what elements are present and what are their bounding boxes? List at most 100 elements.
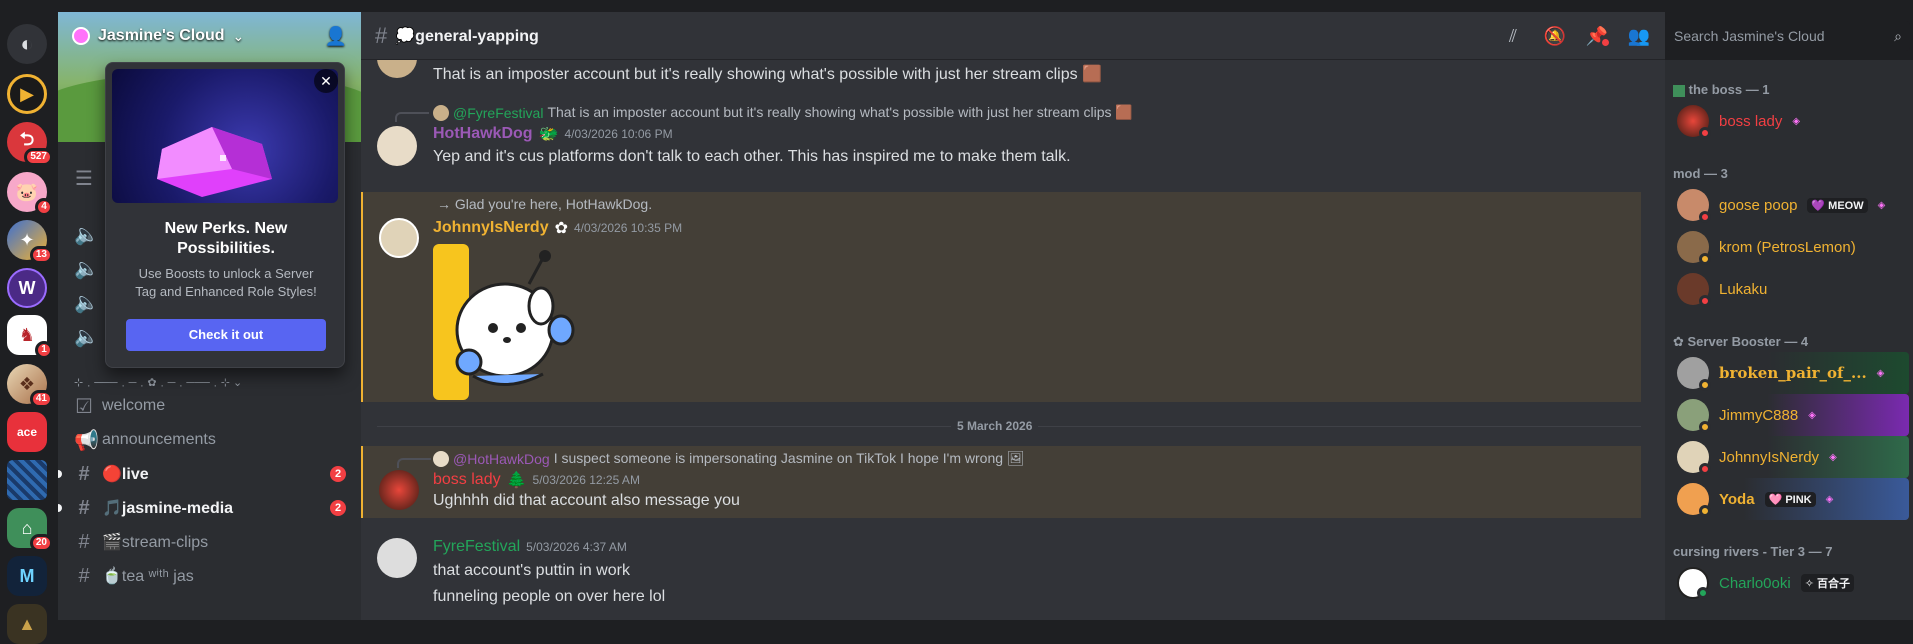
pinned-messages-icon[interactable]: 📌: [1585, 24, 1609, 48]
username[interactable]: FyreFestival: [433, 538, 520, 556]
message[interactable]: That is an imposter account but it's rea…: [361, 60, 1641, 92]
add-user-icon[interactable]: 👤: [325, 26, 347, 47]
idle-status-icon: [1699, 421, 1711, 433]
unread-indicator: [58, 470, 62, 478]
unread-dot: [1602, 38, 1609, 46]
boost-icon: ◈: [1825, 493, 1834, 505]
username[interactable]: JohnnyIsNerdy: [433, 219, 549, 237]
server-icon-2[interactable]: ⮌ 527: [7, 122, 53, 166]
member-krom[interactable]: krom (PetrosLemon): [1673, 226, 1909, 268]
member-name: JimmyC888: [1719, 406, 1799, 424]
member-jimmyc888[interactable]: JimmyC888 ◈: [1673, 394, 1909, 436]
server-icon-12[interactable]: ▲: [7, 604, 47, 644]
username[interactable]: HotHawkDog: [433, 125, 533, 143]
user-avatar[interactable]: [379, 470, 419, 510]
header-toolbar: ⫽ 🔕 📌 👥: [1501, 24, 1651, 48]
mention-badge: 4: [35, 198, 53, 216]
server-icon-7[interactable]: ❖ 41: [7, 364, 53, 408]
mention-badge: 1: [35, 341, 53, 359]
server-icon-5[interactable]: W: [7, 268, 47, 308]
message-body-continued: funneling people on over here lol: [433, 588, 666, 605]
server-icon-10[interactable]: ⌂ 20: [7, 508, 53, 552]
username[interactable]: boss lady: [433, 471, 501, 489]
role-label: the boss — 1: [1688, 82, 1770, 97]
member-name: boss lady: [1719, 112, 1783, 130]
channel-live[interactable]: # 🔴live 2: [58, 458, 354, 490]
pixel-grid-icon: [7, 460, 47, 500]
window-titlebar: [0, 0, 1913, 12]
role-header-cursing-rivers: cursing rivers - Tier 3 — 7: [1673, 544, 1833, 559]
unread-indicator: [58, 504, 62, 512]
reply-username: @HotHawkDog: [453, 450, 550, 467]
reply-preview[interactable]: @FyreFestival That is an imposter accoun…: [395, 104, 1133, 122]
user-avatar[interactable]: [379, 218, 419, 258]
system-reply: → Glad you're here, HotHawkDog.: [433, 196, 652, 212]
search-input[interactable]: Search Jasmine's Cloud ⌕: [1666, 21, 1910, 51]
member-broken-pair[interactable]: broken_pair_of_... ◈: [1673, 352, 1909, 394]
member-name: broken_pair_of_...: [1719, 364, 1867, 382]
check-it-out-button[interactable]: Check it out: [126, 319, 326, 351]
member-name: Yoda: [1719, 490, 1755, 508]
hash-icon: #: [78, 564, 90, 587]
dnd-status-icon: [1699, 463, 1711, 475]
member-boss-lady[interactable]: boss lady ◈: [1673, 100, 1909, 142]
mention-badge: 13: [29, 246, 53, 264]
boost-icon: ◈: [1808, 409, 1816, 421]
user-avatar[interactable]: [377, 126, 417, 166]
member-name: Lukaku: [1719, 280, 1768, 298]
message-highlighted[interactable]: @HotHawkDog I suspect someone is imperso…: [361, 446, 1641, 518]
list-icon: ☰: [75, 167, 93, 190]
member-list-icon[interactable]: 👥: [1627, 24, 1651, 48]
server-name: Jasmine's Cloud: [98, 27, 225, 44]
gem-icon: [157, 127, 272, 197]
server-icon-4[interactable]: ✦ 13: [7, 220, 53, 264]
server-icon-discord-home[interactable]: ◐: [7, 24, 47, 64]
user-avatar[interactable]: [377, 60, 417, 78]
member-lukaku[interactable]: Lukaku: [1673, 268, 1909, 310]
discord-icon: ◐: [7, 24, 47, 64]
channel-announcements[interactable]: 📢 announcements: [66, 424, 354, 456]
server-header[interactable]: Jasmine's Cloud ⌄ 👤: [58, 12, 361, 60]
server-icon-3[interactable]: 🐷 4: [7, 172, 53, 216]
mute-notifications-icon[interactable]: 🔕: [1543, 24, 1567, 48]
member-name: goose poop: [1719, 196, 1798, 214]
message-list: That is an imposter account but it's rea…: [361, 60, 1665, 620]
server-tag: ✧ 百合子: [1800, 574, 1854, 592]
online-status-icon: [1697, 587, 1709, 599]
channel-name: 💭general-yapping: [395, 27, 539, 45]
server-icon-8[interactable]: ace: [7, 412, 47, 452]
boost-gem-illustration: [112, 69, 338, 203]
message-highlighted[interactable]: → Glad you're here, HotHawkDog. JohnnyIs…: [361, 192, 1641, 402]
reply-preview[interactable]: @HotHawkDog I suspect someone is imperso…: [397, 450, 1025, 468]
hash-icon: #: [375, 22, 388, 48]
message-header: FyreFestival 5/03/2026 4:37 AM: [433, 538, 627, 556]
member-johnnyisnerdy[interactable]: JohnnyIsNerdy ◈: [1673, 436, 1909, 478]
mention-badge: 41: [29, 390, 53, 408]
server-icon-9[interactable]: [7, 460, 47, 500]
reply-text: That is an imposter account but it's rea…: [547, 104, 1133, 120]
flower-badge-icon: ✿: [554, 220, 568, 237]
message-body: Yep and it's cus platforms don't talk to…: [433, 148, 1071, 165]
member-goose-poop[interactable]: goose poop 💜 MEOW ◈: [1673, 184, 1909, 226]
message-body: that account's puttin in work: [433, 562, 630, 579]
boost-icon: ◈: [1877, 199, 1886, 211]
sticker-image[interactable]: [433, 244, 579, 400]
message[interactable]: @FyreFestival That is an imposter accoun…: [361, 100, 1641, 180]
channel-jasmine-media[interactable]: # 🎵jasmine-media 2: [58, 492, 354, 524]
member-charlo0oki[interactable]: Charlo0oki ✧ 百合子: [1673, 562, 1909, 604]
member-avatar: [1677, 189, 1711, 223]
user-avatar[interactable]: [377, 538, 417, 578]
channel-welcome[interactable]: ☑ welcome: [66, 390, 354, 422]
channel-stream-clips[interactable]: # 🎬stream-clips: [66, 526, 354, 558]
threads-icon[interactable]: ⫽: [1501, 24, 1525, 48]
member-yoda[interactable]: Yoda 🩷 PINK ◈: [1673, 478, 1909, 520]
channel-category-separator[interactable]: ⊹﹒───﹒─﹒✿﹒─﹒───﹒⊹ ⌄: [74, 374, 242, 390]
close-icon[interactable]: ✕: [314, 69, 338, 93]
channel-label: 🎵jasmine-media: [102, 500, 234, 517]
message[interactable]: FyreFestival 5/03/2026 4:37 AM that acco…: [361, 530, 1641, 620]
channel-tea-with-jas[interactable]: # 🍵tea ʷⁱᵗʰ jas: [66, 560, 354, 592]
server-icon-11[interactable]: M: [7, 556, 47, 596]
reply-text: → Glad you're here, HotHawkDog.: [437, 196, 653, 212]
server-icon-6[interactable]: ♞ 1: [7, 315, 53, 359]
server-icon-1[interactable]: ▶: [7, 74, 47, 114]
